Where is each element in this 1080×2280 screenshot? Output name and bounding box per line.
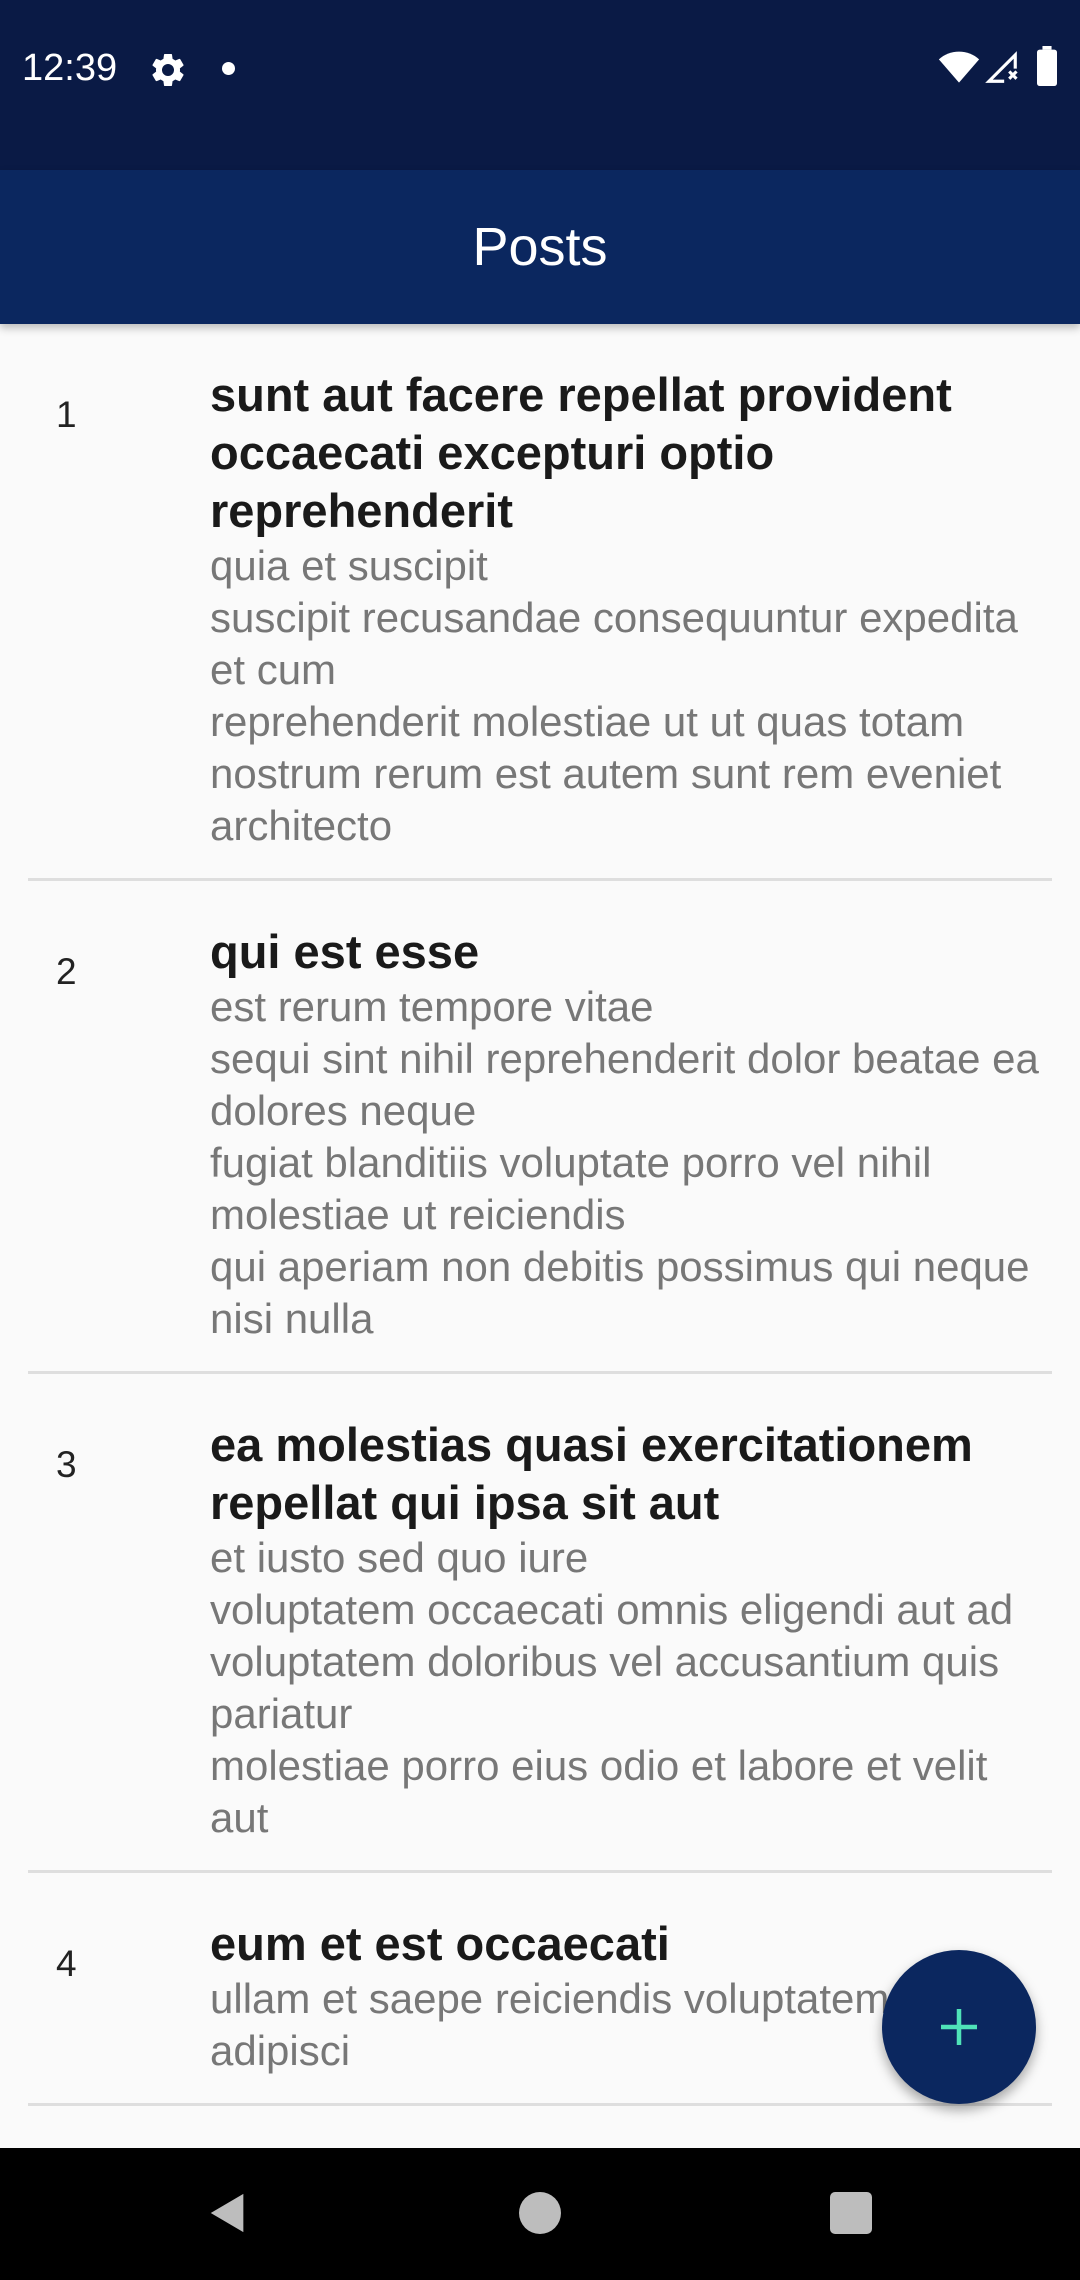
home-icon[interactable] [519,2192,561,2234]
post-title: sunt aut facere repellat provident occae… [210,368,952,537]
post-title: ea molestias quasi exercitationem repell… [210,1418,973,1529]
back-icon[interactable] [205,2190,251,2236]
app-bar: Posts [0,170,1080,324]
battery-icon [1036,46,1058,86]
post-list-item[interactable]: 3 ea molestias quasi exercitationem repe… [28,1374,1052,1873]
post-list[interactable]: 1 sunt aut facere repellat provident occ… [0,324,1080,2148]
gear-icon [148,50,188,90]
wifi-icon [938,48,980,86]
post-content: sunt aut facere repellat provident occae… [210,366,1040,852]
app-screen: 12:39 Posts 1 sunt aut facere repellat p… [0,0,1080,2280]
post-id: 1 [56,394,77,435]
post-content: ea molestias quasi exercitationem repell… [210,1416,1040,1844]
post-list-item[interactable]: 1 sunt aut facere repellat provident occ… [28,324,1052,881]
post-id: 4 [56,1943,77,1984]
post-body: est rerum tempore vitae sequi sint nihil… [210,983,1039,1342]
recents-icon[interactable] [830,2192,872,2234]
status-time: 12:39 [22,47,118,89]
post-content: qui est esse est rerum tempore vitae seq… [210,923,1040,1345]
post-id: 3 [56,1444,77,1485]
status-bar: 12:39 [0,0,1080,170]
notification-dot-icon [222,62,235,75]
post-body: quia et suscipit suscipit recusandae con… [210,542,1018,849]
page-title: Posts [472,217,608,277]
add-post-button[interactable] [882,1950,1036,2104]
post-list-item[interactable]: 2 qui est esse est rerum tempore vitae s… [28,881,1052,1374]
signal-icon [982,48,1020,86]
post-body: et iusto sed quo iure voluptatem occaeca… [210,1534,1014,1841]
post-title: qui est esse [210,925,480,978]
navigation-bar [0,2148,1080,2280]
plus-icon [941,2009,977,2045]
post-id: 2 [56,951,77,992]
